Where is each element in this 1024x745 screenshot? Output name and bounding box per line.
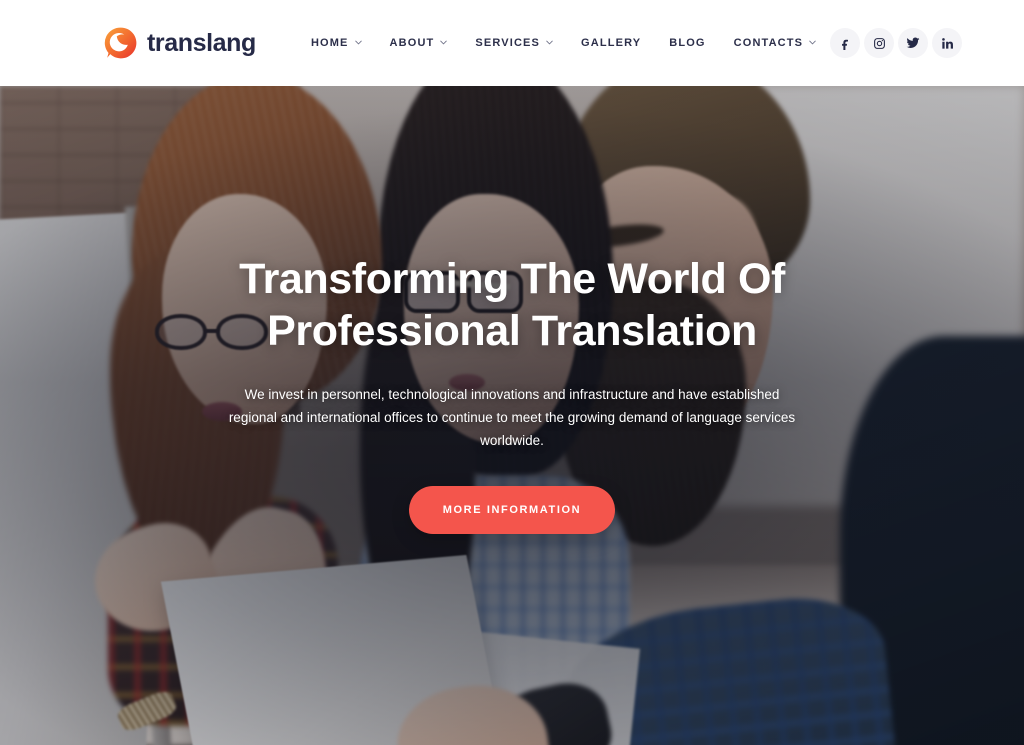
nav-item-services[interactable]: SERVICES xyxy=(461,31,567,55)
translang-circular-logo-icon xyxy=(104,26,138,60)
nav-label: SERVICES xyxy=(475,37,541,49)
hero-title-line-2: Professional Translation xyxy=(267,307,757,356)
linkedin-icon[interactable] xyxy=(932,28,963,58)
main-navigation: HOME ABOUT SERVICES GALLERY BLOG CONTACT… xyxy=(297,31,830,55)
nav-item-contacts[interactable]: CONTACTS xyxy=(720,31,831,55)
nav-item-gallery[interactable]: GALLERY xyxy=(567,31,655,55)
hero-content: Transforming The World Of Professional T… xyxy=(0,86,1024,745)
social-links xyxy=(830,28,963,58)
brand-logo-link[interactable]: translang xyxy=(104,26,256,60)
instagram-icon[interactable] xyxy=(864,28,895,58)
hero-section: Transforming The World Of Professional T… xyxy=(0,86,1024,745)
nav-item-home[interactable]: HOME xyxy=(297,31,376,55)
brand-name: translang xyxy=(147,28,256,57)
twitter-icon[interactable] xyxy=(898,28,929,58)
hero-title-line-1: Transforming The World Of xyxy=(239,254,785,303)
facebook-icon[interactable] xyxy=(830,28,861,58)
nav-label: HOME xyxy=(310,37,349,49)
chevron-down-icon xyxy=(354,39,362,46)
nav-label: BLOG xyxy=(669,37,706,49)
landing-page: translang HOME ABOUT SERVICES GALLERY BL… xyxy=(0,0,1024,745)
nav-label: ABOUT xyxy=(389,37,435,49)
chevron-down-icon xyxy=(440,39,448,46)
more-information-button[interactable]: MORE INFORMATION xyxy=(408,486,616,535)
hero-title: Transforming The World Of Professional T… xyxy=(239,253,785,358)
nav-item-about[interactable]: ABOUT xyxy=(376,31,462,55)
hero-subtitle: We invest in personnel, technological in… xyxy=(228,386,796,449)
chevron-down-icon xyxy=(809,39,816,46)
chevron-down-icon xyxy=(546,39,553,46)
nav-label: CONTACTS xyxy=(733,37,804,49)
nav-item-blog[interactable]: BLOG xyxy=(655,31,719,55)
nav-label: GALLERY xyxy=(581,37,642,49)
site-header: translang HOME ABOUT SERVICES GALLERY BL… xyxy=(0,0,1024,86)
